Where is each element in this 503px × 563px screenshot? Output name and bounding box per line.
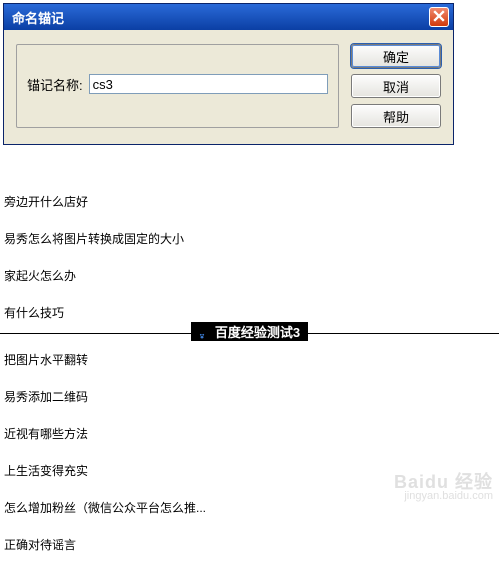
- list-item[interactable]: 易秀怎么将图片转换成固定的大小: [0, 220, 499, 257]
- list-item[interactable]: 家起火怎么办: [0, 257, 499, 294]
- dialog-titlebar[interactable]: 命名锚记: [4, 4, 453, 30]
- help-button[interactable]: 帮助: [351, 104, 441, 128]
- anchor-name-dialog: 命名锚记 锚记名称: 确定 取消 帮助: [3, 3, 454, 145]
- list-item[interactable]: 把图片水平翻转: [0, 341, 499, 378]
- close-button[interactable]: [429, 7, 449, 27]
- center-watermark-text: 百度经验测试3: [211, 322, 304, 341]
- ok-button[interactable]: 确定: [351, 44, 441, 68]
- dialog-title: 命名锚记: [12, 8, 64, 27]
- list-item[interactable]: 怎么增加粉丝（微信公众平台怎么推...: [0, 489, 499, 526]
- anchor-name-label: 锚记名称:: [27, 75, 83, 94]
- cancel-button[interactable]: 取消: [351, 74, 441, 98]
- list-item[interactable]: 旁边开什么店好: [0, 183, 499, 220]
- dialog-body: 锚记名称: 确定 取消 帮助: [4, 30, 453, 144]
- close-icon: [433, 10, 445, 25]
- button-column: 确定 取消 帮助: [351, 44, 441, 128]
- list-item[interactable]: 近视有哪些方法: [0, 415, 499, 452]
- list-item[interactable]: 上生活变得充实: [0, 452, 499, 489]
- anchor-name-input[interactable]: [89, 74, 328, 94]
- paw-icon: [195, 327, 209, 341]
- center-watermark: 百度经验测试3: [0, 322, 499, 341]
- background-list: 旁边开什么店好 易秀怎么将图片转换成固定的大小 家起火怎么办 有什么技巧 百度经…: [0, 183, 503, 563]
- list-item[interactable]: 易秀添加二维码: [0, 378, 499, 415]
- form-group: 锚记名称:: [16, 44, 339, 128]
- list-item[interactable]: 正确对待谣言: [0, 526, 499, 563]
